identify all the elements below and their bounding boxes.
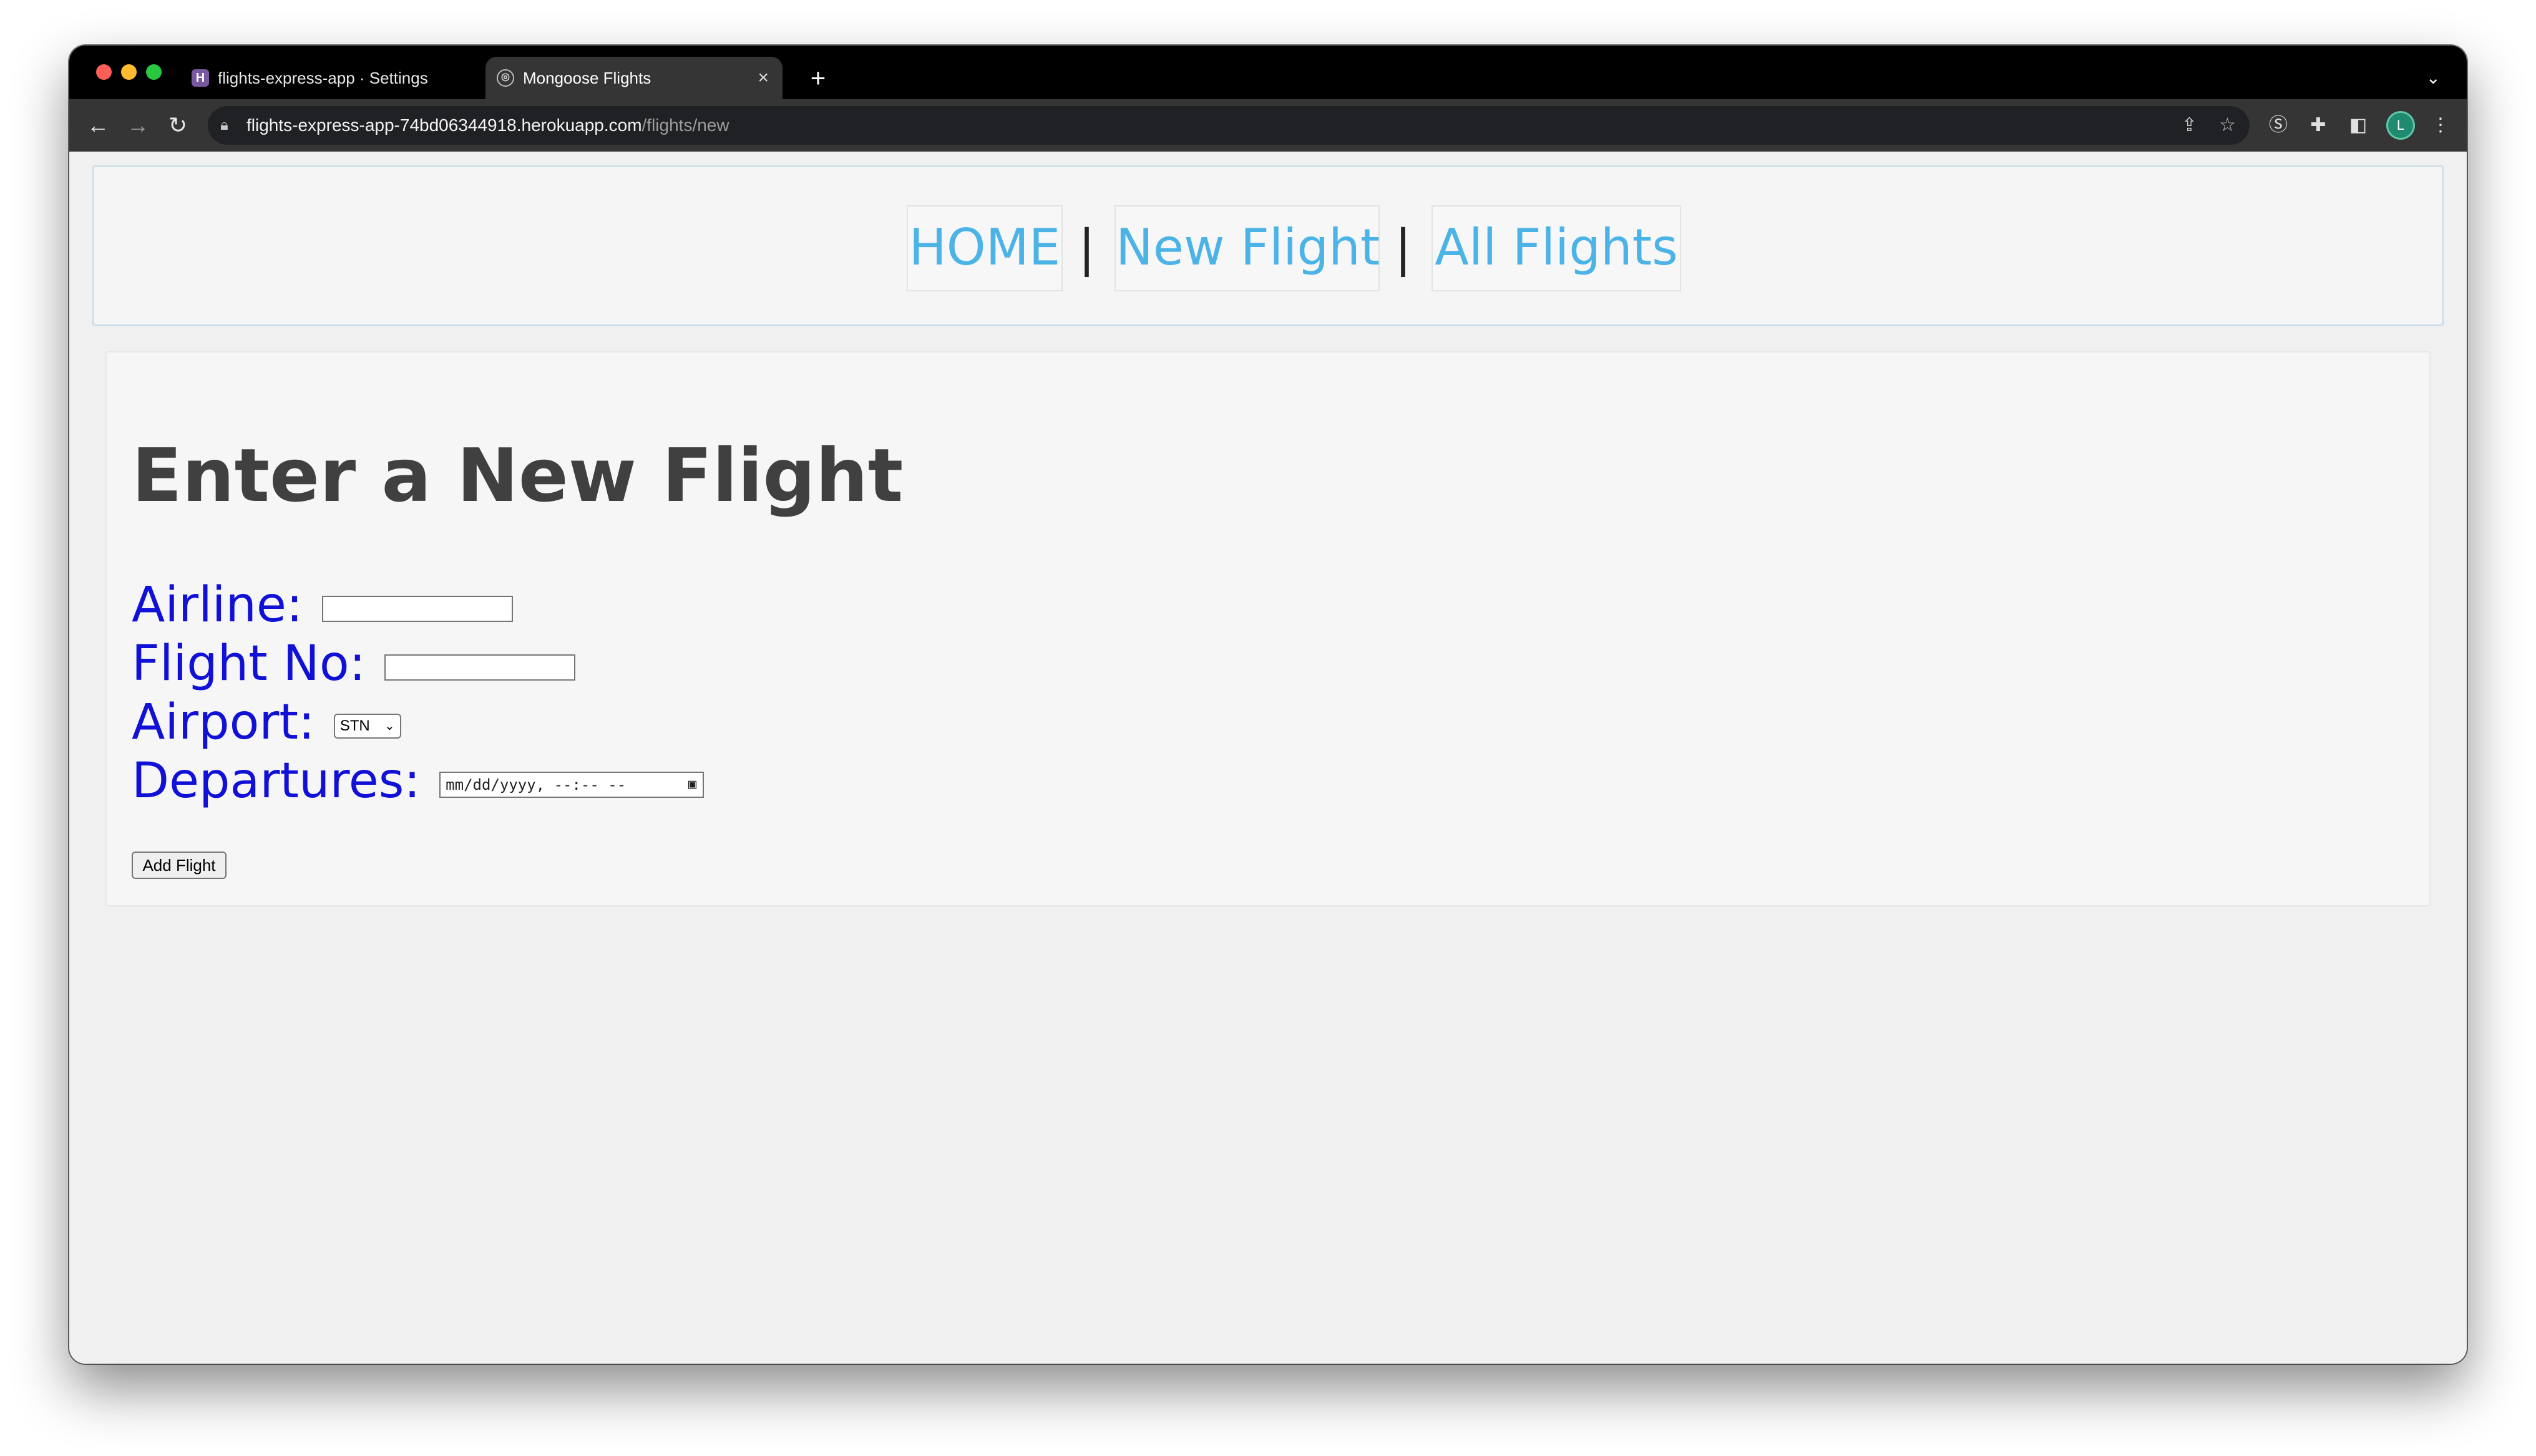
close-window-button[interactable] [96, 64, 112, 80]
address-bar[interactable]: 🔒︎ flights-express-app-74bd06344918.hero… [208, 106, 2250, 145]
airline-input[interactable] [321, 596, 513, 622]
flight-no-input[interactable] [384, 654, 576, 681]
tab-title: Mongoose Flights [523, 69, 651, 87]
new-flight-form-card: Enter a New Flight Airline: Flight No: A… [105, 351, 2431, 906]
browser-toolbar: ← → ↻ 🔒︎ flights-express-app-74bd0634491… [69, 99, 2467, 152]
airport-label: Airport: [132, 694, 315, 750]
airport-select[interactable]: STN ⌄ [333, 714, 401, 739]
departures-label: Departures: [132, 753, 421, 809]
tab-mongoose-flights[interactable]: ◎ Mongoose Flights × [485, 57, 783, 99]
kebab-menu-icon[interactable]: ⋮ [2424, 109, 2457, 142]
flight-no-label: Flight No: [132, 636, 366, 692]
page-viewport: HOME | New Flight | All Flights Enter a … [69, 152, 2467, 1364]
chevron-down-icon: ⌄ [384, 719, 395, 733]
bookmark-star-icon[interactable]: ☆ [2219, 106, 2236, 145]
reload-icon[interactable]: ↻ [162, 109, 194, 142]
airport-row: Airport: STN ⌄ [132, 694, 401, 750]
url-host: flights-express-app-74bd06344918.herokua… [246, 115, 642, 135]
site-navbar: HOME | New Flight | All Flights [92, 165, 2444, 326]
heroku-icon: H [192, 69, 209, 87]
nav-new-flight-link[interactable]: New Flight [1114, 205, 1380, 291]
minimize-window-button[interactable] [121, 64, 137, 80]
flight-no-row: Flight No: [132, 636, 576, 692]
lock-icon[interactable]: 🔒︎ [220, 106, 228, 145]
nav-separator: | [1078, 219, 1095, 277]
extension-icon[interactable]: Ⓢ [2262, 109, 2295, 142]
add-flight-button[interactable]: Add Flight [132, 852, 227, 879]
new-tab-button[interactable]: + [799, 57, 837, 99]
browser-window: H flights-express-app · Settings × ◎ Mon… [69, 46, 2467, 1364]
tab-search-chevron-icon[interactable]: ⌄ [2426, 57, 2441, 99]
tab-strip: H flights-express-app · Settings × ◎ Mon… [69, 46, 2467, 99]
calendar-icon[interactable]: ▣ [688, 773, 696, 797]
nav-all-flights-link[interactable]: All Flights [1431, 205, 1681, 291]
profile-avatar[interactable]: L [2388, 113, 2413, 138]
side-panel-icon[interactable]: ◧ [2342, 109, 2374, 142]
departures-placeholder: mm/dd/yyyy, --:-- -- [446, 776, 627, 794]
puzzle-extensions-icon[interactable]: ✚ [2302, 109, 2334, 142]
share-icon[interactable]: ⇪ [2182, 106, 2197, 145]
airline-row: Airline: [132, 577, 513, 633]
globe-icon: ◎ [497, 69, 514, 87]
departures-row: Departures: mm/dd/yyyy, --:-- -- ▣ [132, 753, 705, 809]
page-title: Enter a New Flight [132, 432, 904, 518]
nav-separator: | [1395, 219, 1412, 277]
maximize-window-button[interactable] [146, 64, 162, 80]
airport-selected-value: STN [339, 717, 370, 734]
tab-title: flights-express-app · Settings [218, 69, 428, 87]
nav-home-link[interactable]: HOME [907, 205, 1063, 291]
departures-datetime-input[interactable]: mm/dd/yyyy, --:-- -- ▣ [439, 772, 705, 798]
url-path: /flights/new [641, 115, 729, 135]
back-arrow-icon[interactable]: ← [82, 109, 114, 142]
airline-label: Airline: [132, 577, 303, 633]
close-icon[interactable]: × [758, 57, 769, 99]
forward-arrow-icon[interactable]: → [122, 109, 154, 142]
